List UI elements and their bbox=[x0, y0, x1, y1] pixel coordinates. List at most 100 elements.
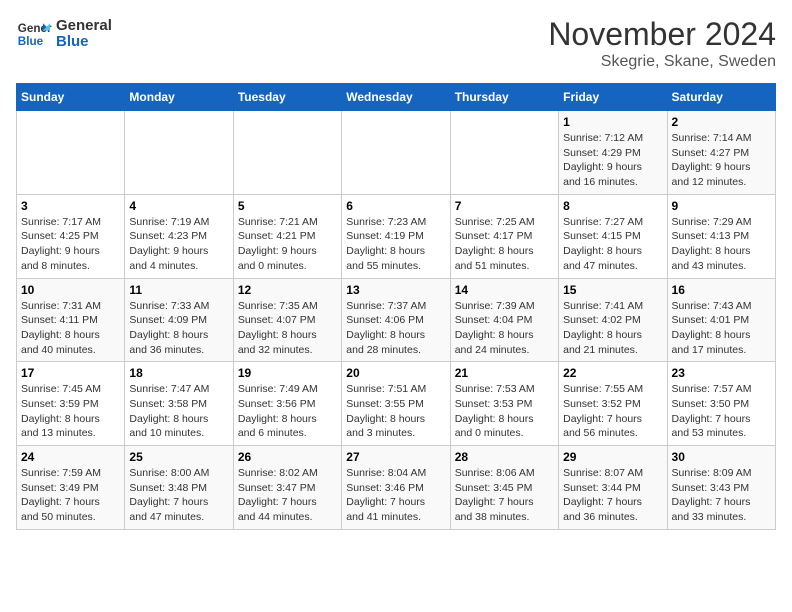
day-info: Sunrise: 7:21 AM Sunset: 4:21 PM Dayligh… bbox=[238, 215, 337, 274]
calendar-cell: 18Sunrise: 7:47 AM Sunset: 3:58 PM Dayli… bbox=[125, 362, 233, 446]
weekday-header-saturday: Saturday bbox=[667, 84, 775, 111]
calendar-week-row: 24 Sunrise: 7:59 AM Sunset: 3:49 PM Dayli… bbox=[17, 446, 776, 530]
day-number: 14 bbox=[455, 283, 554, 297]
calendar-cell bbox=[17, 111, 125, 195]
weekday-header-monday: Monday bbox=[125, 84, 233, 111]
calendar-cell: 10Sunrise: 7:31 AM Sunset: 4:11 PM Dayli… bbox=[17, 278, 125, 362]
weekday-header-wednesday: Wednesday bbox=[342, 84, 450, 111]
day-number: 26 bbox=[238, 450, 337, 464]
calendar-cell bbox=[342, 111, 450, 195]
calendar-cell: 22Sunrise: 7:55 AM Sunset: 3:52 PM Dayli… bbox=[559, 362, 667, 446]
calendar-cell: 21Sunrise: 7:53 AM Sunset: 3:53 PM Dayli… bbox=[450, 362, 558, 446]
calendar-week-row: 17 Sunrise: 7:45 AM Sunset: 3:59 PM Dayli… bbox=[17, 362, 776, 446]
day-number: 25 bbox=[129, 450, 228, 464]
day-number: 20 bbox=[346, 366, 445, 380]
day-info: Sunrise: 8:02 AM Sunset: 3:47 PM Dayligh… bbox=[238, 466, 337, 525]
day-number: 16 bbox=[672, 283, 771, 297]
day-number: 2 bbox=[672, 115, 771, 129]
calendar-cell: 20 Sunrise: 7:51 AM Sunset: 3:55 PM Dayli… bbox=[342, 362, 450, 446]
weekday-header-row: SundayMondayTuesdayWednesdayThursdayFrid… bbox=[17, 84, 776, 111]
day-number: 18 bbox=[129, 366, 228, 380]
day-number: 9 bbox=[672, 199, 771, 213]
day-info: Sunrise: 7:57 AM Sunset: 3:50 PM Dayligh… bbox=[672, 382, 771, 441]
day-number: 17 bbox=[21, 366, 120, 380]
day-info: Sunrise: 7:55 AM Sunset: 3:52 PM Dayligh… bbox=[563, 382, 662, 441]
calendar-cell: 1 Sunrise: 7:12 AM Sunset: 4:29 PM Daylig… bbox=[559, 111, 667, 195]
day-number: 29 bbox=[563, 450, 662, 464]
calendar-cell: 17 Sunrise: 7:45 AM Sunset: 3:59 PM Dayli… bbox=[17, 362, 125, 446]
day-info: Sunrise: 7:39 AM Sunset: 4:04 PM Dayligh… bbox=[455, 299, 554, 358]
calendar-cell: 19 Sunrise: 7:49 AM Sunset: 3:56 PM Dayli… bbox=[233, 362, 341, 446]
calendar-cell: 6Sunrise: 7:23 AM Sunset: 4:19 PM Daylig… bbox=[342, 194, 450, 278]
day-info: Sunrise: 8:04 AM Sunset: 3:46 PM Dayligh… bbox=[346, 466, 445, 525]
day-number: 19 bbox=[238, 366, 337, 380]
day-number: 11 bbox=[129, 283, 228, 297]
day-info: Sunrise: 7:29 AM Sunset: 4:13 PM Dayligh… bbox=[672, 215, 771, 274]
calendar-week-row: 1 Sunrise: 7:12 AM Sunset: 4:29 PM Daylig… bbox=[17, 111, 776, 195]
calendar-cell: 26 Sunrise: 8:02 AM Sunset: 3:47 PM Dayli… bbox=[233, 446, 341, 530]
page-header: General Blue General Blue November 2024 … bbox=[16, 16, 776, 71]
day-info: Sunrise: 7:33 AM Sunset: 4:09 PM Dayligh… bbox=[129, 299, 228, 358]
day-number: 3 bbox=[21, 199, 120, 213]
day-number: 13 bbox=[346, 283, 445, 297]
day-info: Sunrise: 7:41 AM Sunset: 4:02 PM Dayligh… bbox=[563, 299, 662, 358]
calendar-cell: 25 Sunrise: 8:00 AM Sunset: 3:48 PM Dayli… bbox=[125, 446, 233, 530]
day-number: 23 bbox=[672, 366, 771, 380]
day-info: Sunrise: 7:45 AM Sunset: 3:59 PM Dayligh… bbox=[21, 382, 120, 441]
day-number: 12 bbox=[238, 283, 337, 297]
day-info: Sunrise: 7:17 AM Sunset: 4:25 PM Dayligh… bbox=[21, 215, 120, 274]
weekday-header-sunday: Sunday bbox=[17, 84, 125, 111]
title-area: November 2024 Skegrie, Skane, Sweden bbox=[548, 16, 776, 71]
calendar-cell: 13 Sunrise: 7:37 AM Sunset: 4:06 PM Dayli… bbox=[342, 278, 450, 362]
day-number: 27 bbox=[346, 450, 445, 464]
calendar-cell: 5 Sunrise: 7:21 AM Sunset: 4:21 PM Daylig… bbox=[233, 194, 341, 278]
day-number: 8 bbox=[563, 199, 662, 213]
calendar-cell: 9 Sunrise: 7:29 AM Sunset: 4:13 PM Daylig… bbox=[667, 194, 775, 278]
day-info: Sunrise: 8:06 AM Sunset: 3:45 PM Dayligh… bbox=[455, 466, 554, 525]
weekday-header-friday: Friday bbox=[559, 84, 667, 111]
calendar-cell: 15Sunrise: 7:41 AM Sunset: 4:02 PM Dayli… bbox=[559, 278, 667, 362]
day-info: Sunrise: 8:00 AM Sunset: 3:48 PM Dayligh… bbox=[129, 466, 228, 525]
day-info: Sunrise: 7:37 AM Sunset: 4:06 PM Dayligh… bbox=[346, 299, 445, 358]
calendar-cell: 29 Sunrise: 8:07 AM Sunset: 3:44 PM Dayli… bbox=[559, 446, 667, 530]
logo: General Blue General Blue bbox=[16, 16, 112, 52]
calendar-week-row: 10Sunrise: 7:31 AM Sunset: 4:11 PM Dayli… bbox=[17, 278, 776, 362]
day-number: 30 bbox=[672, 450, 771, 464]
location-title: Skegrie, Skane, Sweden bbox=[548, 53, 776, 71]
calendar-cell: 2Sunrise: 7:14 AM Sunset: 4:27 PM Daylig… bbox=[667, 111, 775, 195]
day-number: 7 bbox=[455, 199, 554, 213]
calendar-cell bbox=[125, 111, 233, 195]
calendar-cell: 14 Sunrise: 7:39 AM Sunset: 4:04 PM Dayli… bbox=[450, 278, 558, 362]
logo-blue-text: Blue bbox=[56, 34, 112, 51]
logo-icon: General Blue bbox=[16, 16, 52, 52]
calendar-cell bbox=[233, 111, 341, 195]
day-number: 6 bbox=[346, 199, 445, 213]
calendar-cell: 30 Sunrise: 8:09 AM Sunset: 3:43 PM Dayli… bbox=[667, 446, 775, 530]
calendar-cell: 4Sunrise: 7:19 AM Sunset: 4:23 PM Daylig… bbox=[125, 194, 233, 278]
calendar-cell: 12Sunrise: 7:35 AM Sunset: 4:07 PM Dayli… bbox=[233, 278, 341, 362]
weekday-header-tuesday: Tuesday bbox=[233, 84, 341, 111]
calendar-cell: 28 Sunrise: 8:06 AM Sunset: 3:45 PM Dayli… bbox=[450, 446, 558, 530]
day-number: 5 bbox=[238, 199, 337, 213]
day-info: Sunrise: 8:09 AM Sunset: 3:43 PM Dayligh… bbox=[672, 466, 771, 525]
weekday-header-thursday: Thursday bbox=[450, 84, 558, 111]
day-number: 21 bbox=[455, 366, 554, 380]
day-number: 1 bbox=[563, 115, 662, 129]
day-number: 4 bbox=[129, 199, 228, 213]
calendar-week-row: 3 Sunrise: 7:17 AM Sunset: 4:25 PM Daylig… bbox=[17, 194, 776, 278]
day-info: Sunrise: 7:59 AM Sunset: 3:49 PM Dayligh… bbox=[21, 466, 120, 525]
day-info: Sunrise: 8:07 AM Sunset: 3:44 PM Dayligh… bbox=[563, 466, 662, 525]
day-number: 28 bbox=[455, 450, 554, 464]
day-number: 24 bbox=[21, 450, 120, 464]
day-info: Sunrise: 7:49 AM Sunset: 3:56 PM Dayligh… bbox=[238, 382, 337, 441]
calendar-cell bbox=[450, 111, 558, 195]
calendar-cell: 23 Sunrise: 7:57 AM Sunset: 3:50 PM Dayli… bbox=[667, 362, 775, 446]
calendar-cell: 8 Sunrise: 7:27 AM Sunset: 4:15 PM Daylig… bbox=[559, 194, 667, 278]
day-info: Sunrise: 7:25 AM Sunset: 4:17 PM Dayligh… bbox=[455, 215, 554, 274]
day-info: Sunrise: 7:27 AM Sunset: 4:15 PM Dayligh… bbox=[563, 215, 662, 274]
calendar-cell: 7 Sunrise: 7:25 AM Sunset: 4:17 PM Daylig… bbox=[450, 194, 558, 278]
day-info: Sunrise: 7:12 AM Sunset: 4:29 PM Dayligh… bbox=[563, 131, 662, 190]
day-number: 10 bbox=[21, 283, 120, 297]
calendar-cell: 27 Sunrise: 8:04 AM Sunset: 3:46 PM Dayli… bbox=[342, 446, 450, 530]
day-info: Sunrise: 7:51 AM Sunset: 3:55 PM Dayligh… bbox=[346, 382, 445, 441]
